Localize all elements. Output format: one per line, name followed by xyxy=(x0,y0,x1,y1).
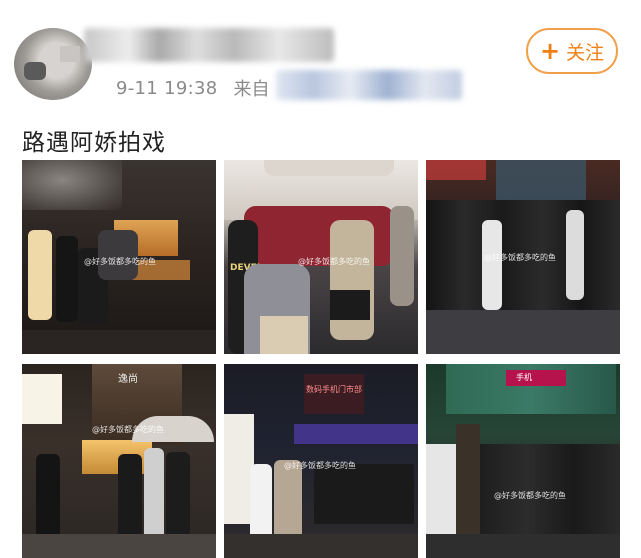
store-sign-text: 逸尚 xyxy=(118,374,138,385)
person-shape xyxy=(330,220,374,340)
ground-shape xyxy=(426,534,620,558)
photo-watermark: @好多饭都多吃的鱼 xyxy=(298,257,370,266)
photo-5[interactable]: 数码手机门市部 @好多饭都多吃的鱼 xyxy=(224,364,418,558)
photo-watermark: @好多饭都多吃的鱼 xyxy=(84,257,156,266)
crowd-shape xyxy=(480,444,620,534)
rack-shape xyxy=(274,460,302,540)
photo-3[interactable]: @好多饭都多吃的鱼 xyxy=(426,160,620,354)
avatar-blur xyxy=(60,46,80,62)
light-shape xyxy=(22,374,62,424)
person-shape xyxy=(36,454,60,544)
clothing-shape xyxy=(260,316,308,354)
sign-board-shape xyxy=(506,370,566,386)
ground-shape xyxy=(22,330,216,354)
tent-shape xyxy=(294,424,418,444)
avatar-blur xyxy=(24,62,46,80)
photo-watermark: @好多饭都多吃的鱼 xyxy=(284,461,356,470)
store-sign-text: 手机 xyxy=(516,373,532,382)
photo-watermark: @好多饭都多吃的鱼 xyxy=(494,491,566,500)
window-shape xyxy=(496,160,586,200)
plus-icon: + xyxy=(539,37,561,65)
photo-2[interactable]: DEVEL @好多饭都多吃的鱼 xyxy=(224,160,418,354)
weibo-post: 9-11 19:38 来自 + 关注 路遇阿娇拍戏 @好多饭都多吃的鱼 DEVE… xyxy=(0,0,641,558)
photo-grid: @好多饭都多吃的鱼 DEVEL @好多饭都多吃的鱼 @好多饭都多吃的鱼 逸尚 @… xyxy=(22,160,620,558)
person-shape xyxy=(28,230,52,320)
ground-shape xyxy=(224,534,418,558)
photo-1[interactable]: @好多饭都多吃的鱼 xyxy=(22,160,216,354)
post-meta: 9-11 19:38 来自 xyxy=(116,76,270,101)
post-timestamp: 9-11 19:38 xyxy=(116,77,218,99)
umbrella-shape xyxy=(264,160,394,176)
ground-shape xyxy=(22,534,216,558)
photo-watermark: @好多饭都多吃的鱼 xyxy=(484,253,556,262)
person-shape xyxy=(390,206,414,306)
ground-shape xyxy=(426,310,620,354)
follow-label: 关注 xyxy=(566,41,605,64)
clothing-shape xyxy=(330,290,370,320)
photo-6[interactable]: 手机 @好多饭都多吃的鱼 xyxy=(426,364,620,558)
umbrella-shape xyxy=(22,160,122,210)
source-device-blurred[interactable] xyxy=(276,70,462,100)
photo-4[interactable]: 逸尚 @好多饭都多吃的鱼 xyxy=(22,364,216,558)
person-shape xyxy=(482,220,502,310)
crowd-shape xyxy=(314,464,414,524)
avatar[interactable] xyxy=(14,28,92,100)
person-shape xyxy=(566,210,584,300)
person-shape xyxy=(144,448,164,544)
username-blurred[interactable] xyxy=(84,28,334,62)
photo-watermark: @好多饭都多吃的鱼 xyxy=(92,425,164,434)
source-label: 来自 xyxy=(233,79,270,100)
follow-button[interactable]: + 关注 xyxy=(526,28,618,74)
sign-shape xyxy=(426,160,486,180)
car-shape xyxy=(98,230,138,280)
store-sign-text: 数码手机门市部 xyxy=(306,385,362,394)
post-text: 路遇阿娇拍戏 xyxy=(22,130,166,156)
person-shape xyxy=(56,236,78,322)
